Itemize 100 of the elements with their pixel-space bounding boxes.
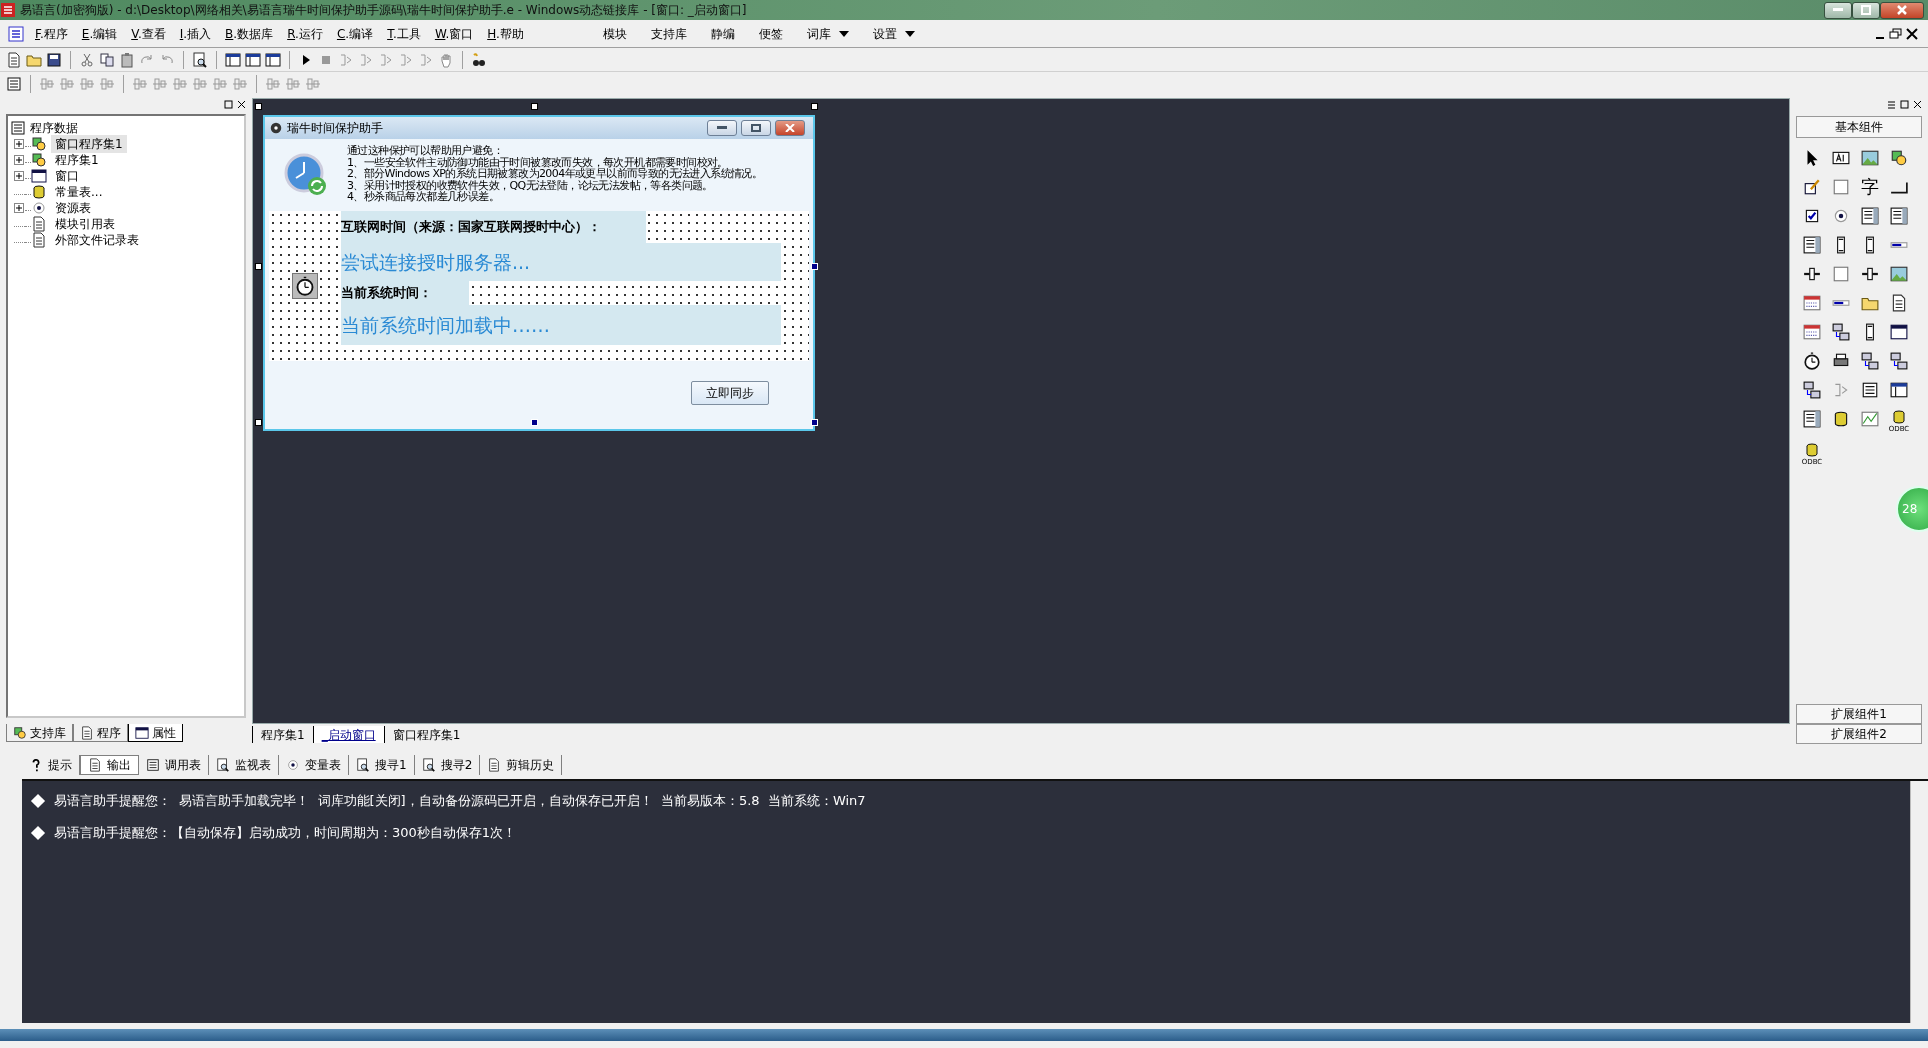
menu-item[interactable]: 模块: [590, 24, 639, 43]
database-icon[interactable]: [1832, 410, 1850, 428]
layout-icon[interactable]: [245, 51, 261, 68]
tree-root[interactable]: 程序数据: [10, 120, 242, 136]
expand-icon[interactable]: [14, 170, 25, 182]
restore-icon[interactable]: [1900, 100, 1909, 109]
binoculars-icon[interactable]: [471, 51, 487, 68]
output-tab[interactable]: 输出: [80, 755, 139, 775]
menu-item[interactable]: C.编译: [329, 24, 381, 43]
panel-tab[interactable]: 支持库: [6, 724, 73, 742]
frame-icon[interactable]: [1832, 178, 1850, 196]
menu-item[interactable]: 词库: [794, 24, 861, 43]
panel-tab[interactable]: 属性: [128, 724, 183, 742]
layout-icon[interactable]: [1890, 381, 1908, 399]
checkbox-icon[interactable]: [1803, 207, 1821, 225]
label-icon[interactable]: [1832, 149, 1850, 167]
output-tab[interactable]: 搜寻2: [414, 755, 481, 775]
resize-handle[interactable]: [255, 419, 262, 426]
menu-item[interactable]: H.帮助: [480, 24, 531, 43]
menu-item[interactable]: B.数据库: [218, 24, 281, 43]
menu-item[interactable]: 便签: [746, 24, 795, 43]
computer-icon[interactable]: [1861, 352, 1879, 370]
find-icon[interactable]: [192, 51, 208, 68]
maximize-button[interactable]: [741, 120, 771, 136]
shapes-icon[interactable]: [1890, 149, 1908, 167]
resize-handle[interactable]: [255, 263, 262, 270]
picture-icon[interactable]: [1861, 149, 1879, 167]
close-icon[interactable]: [237, 100, 246, 109]
computer-icon[interactable]: [1803, 381, 1821, 399]
close-icon[interactable]: [1904, 26, 1920, 41]
menu-item[interactable]: E.编辑: [74, 24, 125, 43]
minimize-button[interactable]: [707, 120, 737, 136]
menu-item[interactable]: R.运行: [280, 24, 330, 43]
output-tab[interactable]: 搜寻1: [349, 755, 415, 775]
resize-handle[interactable]: [531, 103, 538, 110]
picture-icon[interactable]: [1890, 265, 1908, 283]
tree-item[interactable]: 常量表...: [51, 183, 107, 201]
calendar-icon[interactable]: [1803, 294, 1821, 312]
list-icon[interactable]: [1803, 236, 1821, 254]
database-icon[interactable]: [1891, 409, 1907, 425]
slider-icon[interactable]: [1861, 265, 1879, 283]
panel-tab[interactable]: 程序: [73, 724, 128, 742]
sync-button[interactable]: 立即同步: [691, 381, 769, 405]
frame-icon[interactable]: [1832, 265, 1850, 283]
paste-icon[interactable]: [119, 51, 135, 68]
tree-item[interactable]: 外部文件记录表: [51, 231, 143, 249]
resize-handle[interactable]: [811, 103, 818, 110]
app-menu-icon[interactable]: [8, 26, 24, 42]
output-tab[interactable]: 剪辑历史: [480, 755, 563, 775]
resize-handle[interactable]: [255, 103, 262, 110]
text-component-glyph[interactable]: 字: [1861, 177, 1879, 197]
copy-icon[interactable]: [99, 51, 115, 68]
menu-icon[interactable]: [1887, 100, 1896, 109]
edit-icon[interactable]: [1803, 178, 1821, 196]
document-tab[interactable]: 程序集1: [252, 726, 313, 743]
document-icon[interactable]: [1890, 294, 1908, 312]
expand-icon[interactable]: [14, 138, 25, 150]
tree-item[interactable]: 资源表: [51, 199, 95, 217]
save-icon[interactable]: [46, 51, 62, 68]
calendar-icon[interactable]: [1803, 323, 1821, 341]
component-group-header[interactable]: 扩展组件2: [1796, 724, 1922, 744]
slider-icon[interactable]: [1803, 265, 1821, 283]
database-icon[interactable]: [1804, 442, 1820, 458]
output-tab[interactable]: 调用表: [139, 755, 209, 775]
layout-icon[interactable]: [265, 51, 281, 68]
radio-icon[interactable]: [1832, 207, 1850, 225]
close-button[interactable]: [775, 120, 805, 136]
component-group-header[interactable]: 基本组件: [1796, 116, 1922, 138]
menu-item[interactable]: I.插入: [172, 24, 219, 43]
close-icon[interactable]: [1913, 100, 1922, 109]
close-button[interactable]: [1880, 1, 1924, 19]
document-tab[interactable]: 窗口程序集1: [383, 726, 469, 743]
document-tab[interactable]: _启动窗口: [312, 726, 384, 743]
menu-item[interactable]: W.窗口: [427, 24, 481, 43]
scissors-icon[interactable]: [79, 51, 95, 68]
list-icon[interactable]: [1803, 410, 1821, 428]
list-icon[interactable]: [1861, 207, 1879, 225]
minimize-button[interactable]: [1824, 1, 1852, 19]
layout-icon[interactable]: [225, 51, 241, 68]
restore-icon[interactable]: [1888, 26, 1904, 41]
menu-item[interactable]: 设置: [860, 24, 927, 43]
restore-button[interactable]: [1852, 1, 1880, 19]
menu-item[interactable]: F.程序: [28, 24, 75, 43]
window-icon[interactable]: [1890, 323, 1908, 341]
expand-icon[interactable]: [14, 154, 25, 166]
computer-icon[interactable]: [1890, 352, 1908, 370]
menu-item[interactable]: 支持库: [638, 24, 699, 43]
output-tab[interactable]: 变量表: [279, 755, 349, 775]
chart-icon[interactable]: [1861, 410, 1879, 428]
tree-item[interactable]: 程序集1: [51, 151, 103, 169]
menu-item[interactable]: T.工具: [380, 24, 428, 43]
menu-item[interactable]: V.查看: [124, 24, 173, 43]
scrollbar[interactable]: [1910, 781, 1928, 1023]
expand-icon[interactable]: [14, 202, 25, 214]
output-tab[interactable]: 监视表: [209, 755, 279, 775]
menu-item[interactable]: 静编: [698, 24, 747, 43]
stopwatch-icon[interactable]: [1803, 352, 1821, 370]
list-icon[interactable]: [1890, 207, 1908, 225]
tree-item[interactable]: 窗口程序集1: [51, 135, 127, 153]
restore-icon[interactable]: [224, 100, 233, 109]
